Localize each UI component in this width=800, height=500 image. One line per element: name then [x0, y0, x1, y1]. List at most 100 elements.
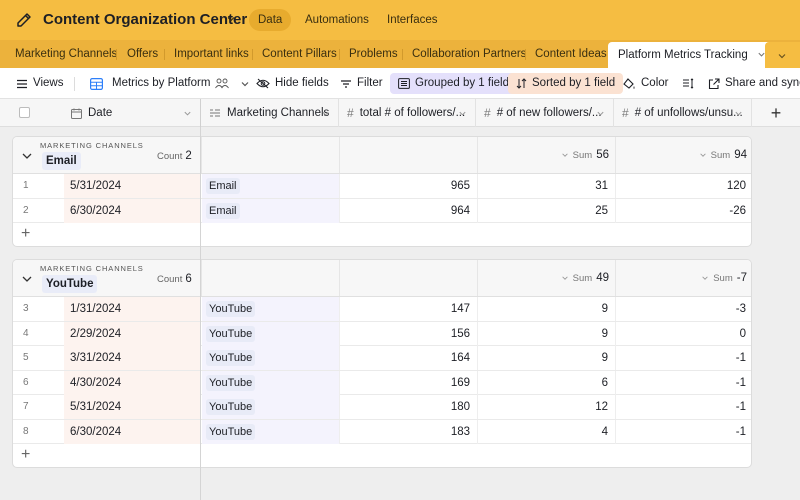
unfollows-cell[interactable]: -26: [615, 198, 751, 223]
channel-cell[interactable]: YouTube: [202, 419, 339, 444]
chevron-down-icon[interactable]: [183, 109, 192, 118]
grid-view-icon: [90, 77, 103, 90]
table-row[interactable]: 1 5/31/2024 Email 965 31 120: [13, 174, 751, 199]
new-followers-cell[interactable]: 4: [477, 419, 615, 444]
unfollows-cell[interactable]: -1: [615, 419, 751, 444]
tab-problems[interactable]: Problems: [349, 40, 398, 68]
channel-cell[interactable]: YouTube: [202, 321, 339, 346]
channel-cell[interactable]: Email: [202, 198, 339, 223]
tab-platform-metrics-tracking[interactable]: Platform Metrics Tracking: [608, 42, 776, 68]
chevron-down-icon[interactable]: [734, 109, 743, 118]
total-followers-cell[interactable]: 147: [339, 297, 477, 321]
date-cell[interactable]: 6/30/2024: [64, 419, 201, 444]
channel-chip: YouTube: [206, 423, 256, 440]
chevron-down-icon[interactable]: [596, 109, 605, 118]
date-cell[interactable]: 5/31/2024: [64, 174, 201, 198]
total-followers-cell[interactable]: 183: [339, 419, 477, 444]
chevron-down-icon[interactable]: [321, 109, 330, 118]
table-row[interactable]: 5 3/31/2024 YouTube 164 9 -1: [13, 346, 751, 371]
tab-collaboration-partners[interactable]: Collaboration Partners: [412, 40, 526, 68]
total-followers-cell[interactable]: 164: [339, 346, 477, 370]
channel-cell[interactable]: YouTube: [202, 370, 339, 395]
unfollows-cell[interactable]: 0: [615, 321, 751, 346]
date-cell[interactable]: 1/31/2024: [64, 297, 201, 321]
group-header[interactable]: MARKETING CHANNELS YouTube Count 6 Sum 49 …: [13, 260, 751, 297]
total-followers-cell[interactable]: 156: [339, 321, 477, 346]
new-followers-cell[interactable]: 6: [477, 370, 615, 395]
total-followers-cell[interactable]: 964: [339, 198, 477, 223]
table-row[interactable]: 7 5/31/2024 YouTube 180 12 -1: [13, 395, 751, 420]
new-followers-cell[interactable]: 31: [477, 174, 615, 198]
share-sync-button[interactable]: Share and sync: [708, 73, 800, 94]
chevron-down-icon[interactable]: [22, 275, 32, 283]
group-summary-cell[interactable]: Sum 56: [477, 137, 615, 173]
channel-cell[interactable]: YouTube: [202, 297, 339, 321]
tab-important-links[interactable]: Important links: [174, 40, 249, 68]
new-followers-cell[interactable]: 25: [477, 198, 615, 223]
plus-icon[interactable]: +: [21, 446, 30, 464]
tab-offers[interactable]: Offers: [127, 40, 158, 68]
add-record-row[interactable]: +: [13, 444, 751, 467]
pencil-icon[interactable]: [16, 12, 32, 28]
total-followers-cell[interactable]: 965: [339, 174, 477, 198]
new-followers-cell[interactable]: 9: [477, 346, 615, 370]
add-field-button[interactable]: +: [752, 99, 800, 127]
group-summary-cell[interactable]: Sum 49: [477, 260, 615, 296]
add-record-row[interactable]: +: [13, 223, 751, 246]
date-cell[interactable]: 2/29/2024: [64, 321, 201, 346]
group-button[interactable]: Grouped by 1 field: [390, 73, 517, 94]
new-followers-cell[interactable]: 12: [477, 395, 615, 419]
chevron-down-icon[interactable]: [226, 14, 236, 24]
column-header-marketing-channels[interactable]: Marketing Channels: [201, 99, 339, 127]
table-row[interactable]: 4 2/29/2024 YouTube 156 9 0: [13, 321, 751, 346]
column-header-new-followers[interactable]: # # of new followers/...: [476, 99, 614, 127]
table-row[interactable]: 2 6/30/2024 Email 964 25 -26: [13, 198, 751, 223]
table-row[interactable]: 8 6/30/2024 YouTube 183 4 -1: [13, 419, 751, 444]
views-button[interactable]: Views: [16, 73, 63, 94]
nav-automations[interactable]: Automations: [296, 9, 378, 31]
select-all-checkbox[interactable]: [19, 107, 30, 118]
column-header-date[interactable]: Date: [63, 99, 201, 127]
paint-bucket-icon: [623, 77, 635, 89]
group-summary-cell[interactable]: Sum -7: [615, 260, 751, 296]
filter-button[interactable]: Filter: [340, 73, 383, 94]
group-header[interactable]: MARKETING CHANNELS Email Count 2 Sum 56 Su…: [13, 137, 751, 174]
plus-icon[interactable]: +: [21, 225, 30, 243]
total-followers-cell[interactable]: 180: [339, 395, 477, 419]
column-header-total-followers[interactable]: # total # of followers/...: [339, 99, 476, 127]
unfollows-cell[interactable]: -1: [615, 346, 751, 370]
row-height-button[interactable]: [682, 73, 694, 94]
unfollows-cell[interactable]: -3: [615, 297, 751, 321]
view-switcher[interactable]: Metrics by Platform: [90, 73, 250, 94]
more-tabs-button[interactable]: [765, 42, 800, 68]
chevron-down-icon[interactable]: [22, 152, 32, 160]
channel-cell[interactable]: YouTube: [202, 346, 339, 370]
unfollows-cell[interactable]: -1: [615, 395, 751, 419]
tab-marketing-channels[interactable]: Marketing Channels: [15, 40, 117, 68]
chevron-down-icon[interactable]: [458, 109, 467, 118]
column-header-unfollows[interactable]: # # of unfollows/unsu...: [614, 99, 752, 127]
total-followers-cell[interactable]: 169: [339, 370, 477, 395]
tab-content-pillars[interactable]: Content Pillars: [262, 40, 337, 68]
nav-interfaces[interactable]: Interfaces: [378, 9, 447, 31]
color-button[interactable]: Color: [623, 73, 668, 94]
chevron-down-icon: [241, 81, 249, 86]
channel-cell[interactable]: Email: [202, 174, 339, 198]
hide-fields-button[interactable]: Hide fields: [256, 73, 329, 94]
date-cell[interactable]: 5/31/2024: [64, 395, 201, 419]
base-title[interactable]: Content Organization Center: [43, 11, 247, 28]
tab-content-ideas[interactable]: Content Ideas: [535, 40, 607, 68]
date-cell[interactable]: 6/30/2024: [64, 198, 201, 223]
channel-cell[interactable]: YouTube: [202, 395, 339, 419]
unfollows-cell[interactable]: -1: [615, 370, 751, 395]
sort-button[interactable]: Sorted by 1 field: [508, 73, 624, 94]
date-cell[interactable]: 3/31/2024: [64, 346, 201, 370]
new-followers-cell[interactable]: 9: [477, 297, 615, 321]
group-summary-cell[interactable]: Sum 94: [615, 137, 751, 173]
unfollows-cell[interactable]: 120: [615, 174, 751, 198]
nav-data[interactable]: Data: [249, 9, 292, 31]
table-row[interactable]: 6 4/30/2024 YouTube 169 6 -1: [13, 370, 751, 395]
new-followers-cell[interactable]: 9: [477, 321, 615, 346]
table-row[interactable]: 3 1/31/2024 YouTube 147 9 -3: [13, 297, 751, 322]
date-cell[interactable]: 4/30/2024: [64, 370, 201, 395]
